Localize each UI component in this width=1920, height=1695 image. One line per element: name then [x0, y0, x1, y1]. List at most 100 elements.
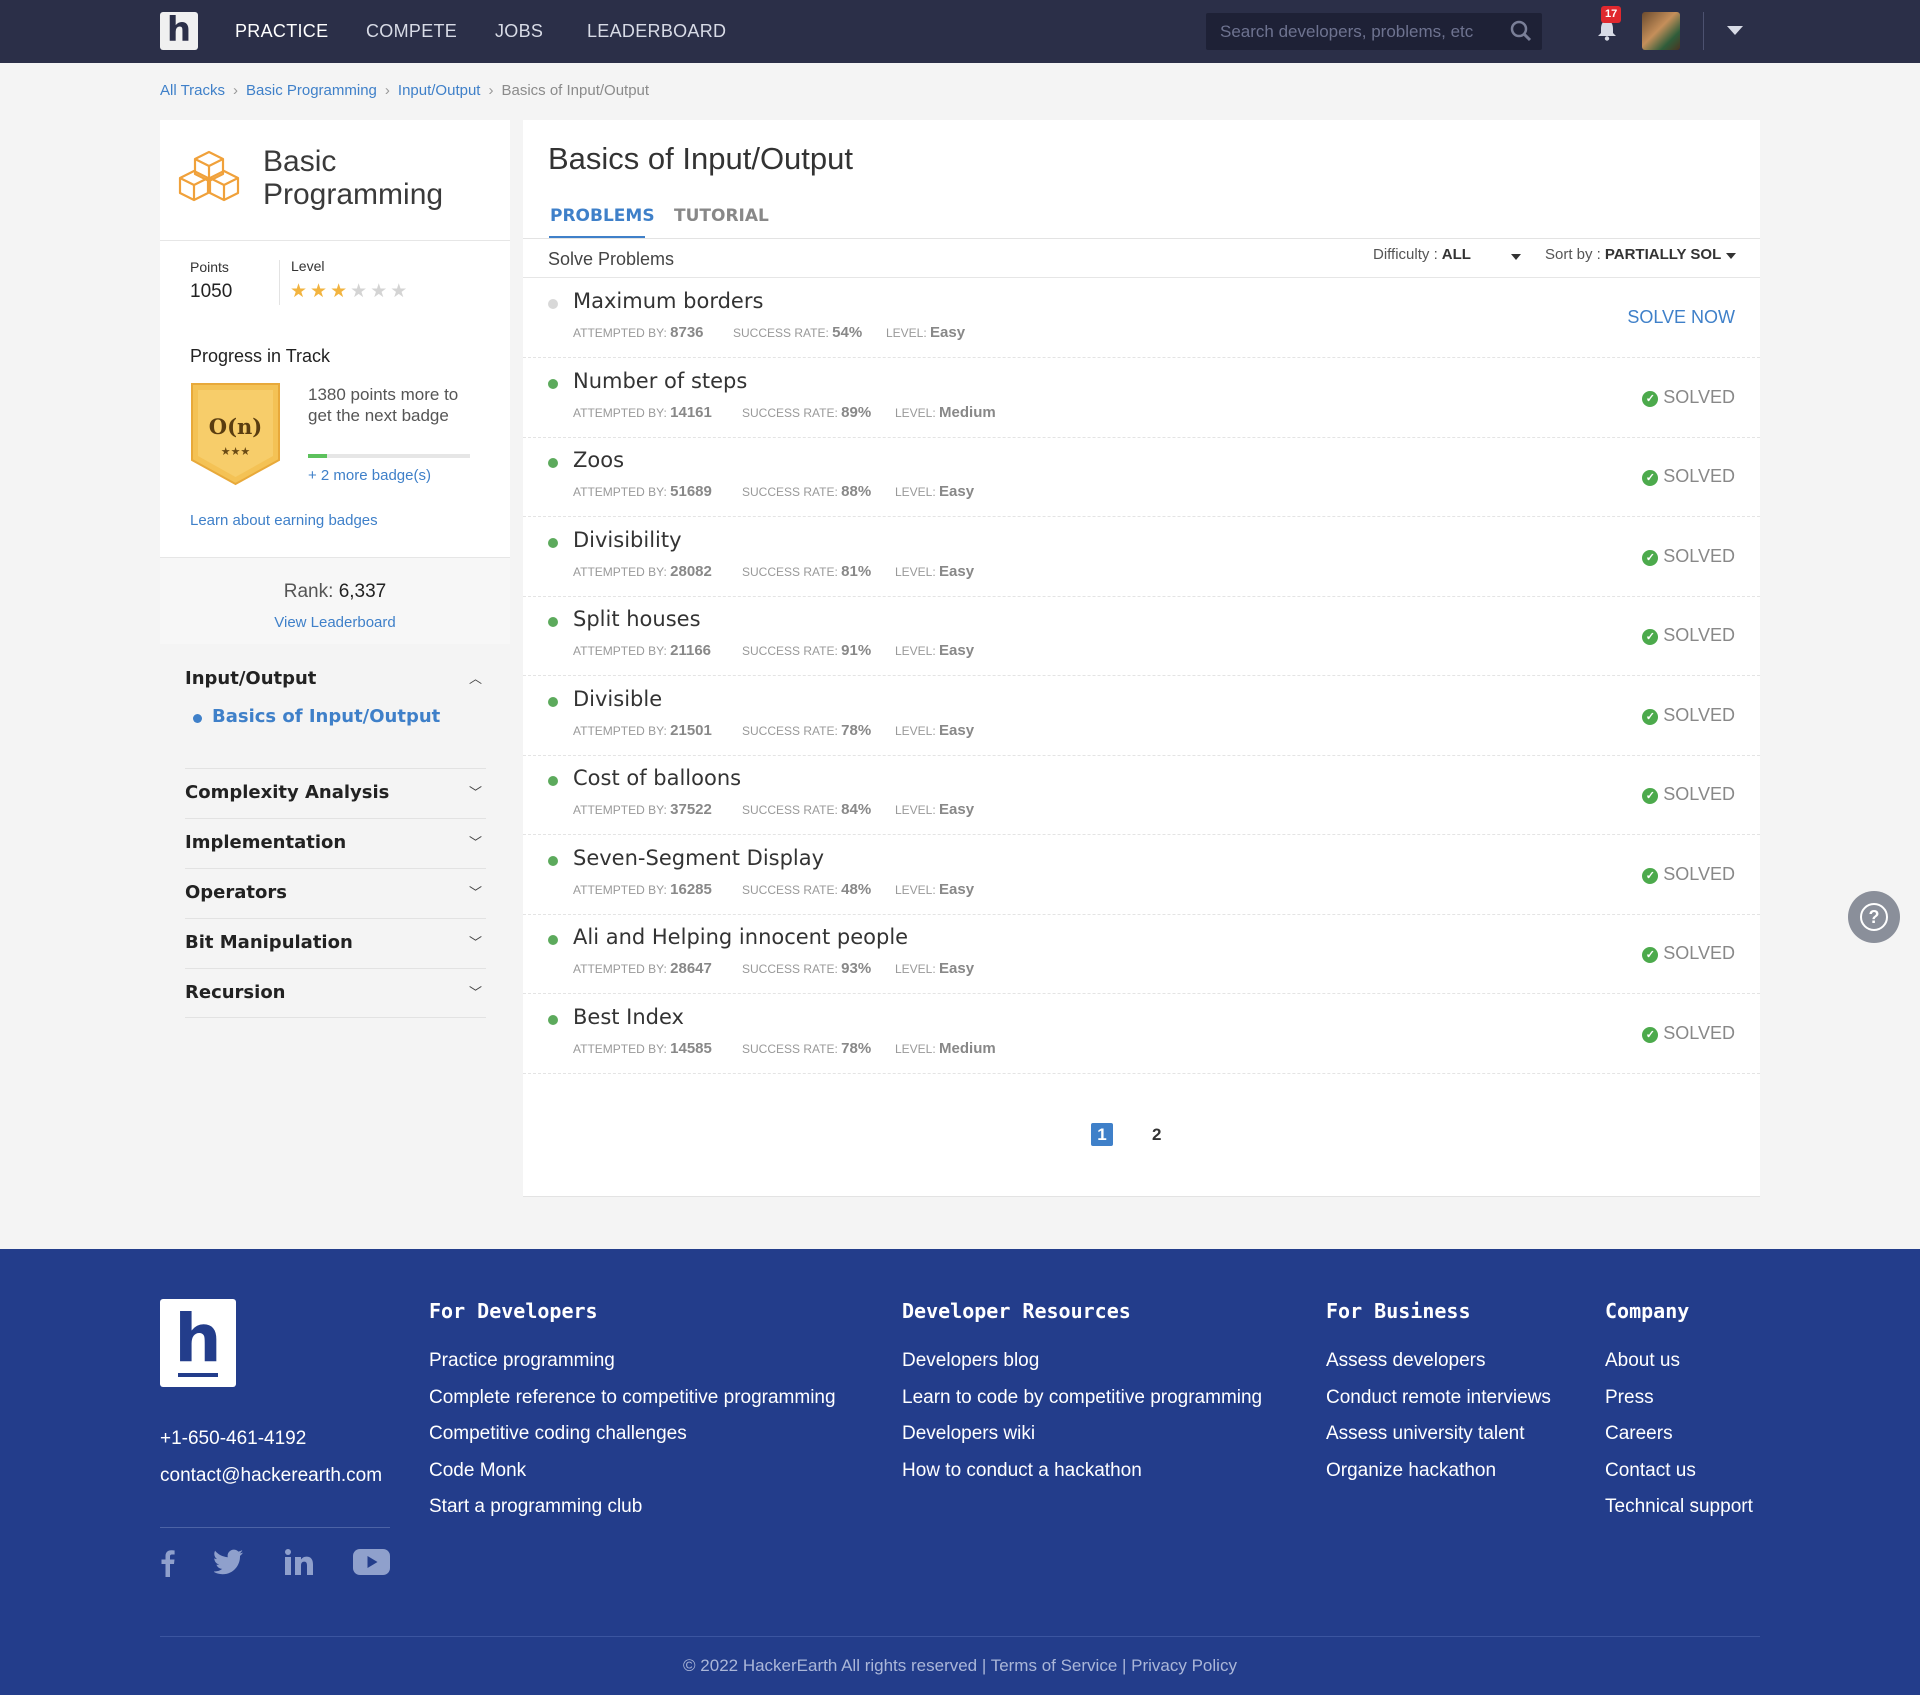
topic-operators[interactable]: Operators ﹀ [185, 882, 486, 906]
problem-row[interactable]: Best Index ATTEMPTED BY: 14585 SUCCESS RAT… [523, 994, 1760, 1074]
nav-compete[interactable]: COMPETE [366, 21, 457, 42]
difficulty-level: LEVEL: Easy [895, 880, 975, 898]
breadcrumb-current: Basics of Input/Output [501, 82, 650, 99]
hackerearth-logo[interactable]: h [160, 12, 198, 50]
problem-row[interactable]: Split houses ATTEMPTED BY: 21166 SUCCESS R… [523, 596, 1760, 676]
problem-name[interactable]: Divisible [573, 687, 662, 711]
divider [523, 238, 1760, 239]
rank-value: 6,337 [338, 581, 387, 602]
breadcrumb-input-output[interactable]: Input/Output [398, 82, 481, 99]
footer-link[interactable]: Learn to code by competitive programming [902, 1387, 1262, 1409]
chevron-down-icon[interactable]: ﹀ [469, 932, 482, 951]
footer-link[interactable]: Assess developers [1326, 1350, 1485, 1372]
help-button[interactable]: ? [1848, 891, 1900, 943]
problem-name[interactable]: Seven-Segment Display [573, 846, 824, 870]
nav-jobs[interactable]: JOBS [495, 21, 543, 42]
view-leaderboard-link[interactable]: View Leaderboard [160, 614, 510, 631]
nav-leaderboard[interactable]: LEADERBOARD [587, 21, 726, 42]
next-badge-text: 1380 points more to get the next badge [308, 385, 459, 425]
footer-link[interactable]: Conduct remote interviews [1326, 1387, 1551, 1409]
chevron-down-icon[interactable] [1726, 253, 1736, 259]
account-menu-chevron-down-icon[interactable] [1727, 26, 1743, 35]
check-circle-icon: ✓ [1642, 1026, 1659, 1043]
track-title: Basic Programming [263, 145, 444, 211]
problem-name[interactable]: Number of steps [573, 369, 747, 393]
footer-link[interactable]: Press [1605, 1387, 1654, 1409]
star-icon: ★ [350, 281, 371, 302]
search-input[interactable] [1206, 13, 1496, 50]
difficulty-filter[interactable]: Difficulty : ALL [1373, 246, 1471, 263]
status-dot [548, 1014, 558, 1025]
problem-name[interactable]: Maximum borders [573, 289, 763, 313]
problem-row[interactable]: Maximum borders ATTEMPTED BY: 8736 SUCCESS… [523, 278, 1760, 358]
chevron-down-icon[interactable]: ﹀ [469, 832, 482, 851]
twitter-icon[interactable] [213, 1549, 244, 1580]
solved-status: ✓ SOLVED [1642, 466, 1735, 487]
footer-link[interactable]: Organize hackathon [1326, 1460, 1496, 1482]
page-1-button[interactable]: 1 [1091, 1123, 1113, 1146]
chevron-down-icon[interactable]: ﹀ [469, 782, 482, 801]
problem-row[interactable]: Cost of balloons ATTEMPTED BY: 37522 SUCCE… [523, 755, 1760, 835]
badge-label: O(n) [209, 414, 262, 439]
search-icon[interactable] [1510, 20, 1532, 47]
page-2-button[interactable]: 2 [1152, 1125, 1161, 1145]
footer-email[interactable]: contact@hackerearth.com [160, 1465, 382, 1487]
bell-icon[interactable] [1597, 19, 1617, 46]
hackerearth-footer-logo[interactable]: h [160, 1299, 236, 1387]
footer-link[interactable]: Contact us [1605, 1460, 1696, 1482]
problem-name[interactable]: Best Index [573, 1005, 684, 1029]
problem-name[interactable]: Ali and Helping innocent people [573, 925, 908, 949]
facebook-icon[interactable] [160, 1549, 176, 1582]
sort-filter[interactable]: Sort by : PARTIALLY SOL [1545, 246, 1721, 263]
topic-implementation[interactable]: Implementation ﹀ [185, 832, 486, 856]
chevron-down-icon[interactable] [1511, 254, 1521, 260]
avatar[interactable] [1642, 12, 1680, 50]
success-rate: SUCCESS RATE: 84% [742, 801, 872, 818]
problem-name[interactable]: Cost of balloons [573, 766, 741, 790]
footer-link[interactable]: Careers [1605, 1423, 1673, 1445]
chevron-down-icon[interactable]: ﹀ [469, 882, 482, 901]
nav-practice[interactable]: PRACTICE [235, 21, 328, 42]
footer-link[interactable]: Start a programming club [429, 1496, 642, 1518]
footer-link[interactable]: Code Monk [429, 1460, 526, 1482]
problem-row[interactable]: Divisible ATTEMPTED BY: 21501 SUCCESS RATE… [523, 676, 1760, 756]
problem-name[interactable]: Zoos [573, 448, 624, 472]
problem-name[interactable]: Divisibility [573, 528, 682, 552]
problem-row[interactable]: Seven-Segment Display ATTEMPTED BY: 16285… [523, 835, 1760, 915]
footer-link[interactable]: Assess university talent [1326, 1423, 1525, 1445]
success-rate: SUCCESS RATE: 93% [742, 960, 872, 977]
footer-link[interactable]: How to conduct a hackathon [902, 1460, 1142, 1482]
attempted-by: ATTEMPTED BY: 14585 [573, 1039, 712, 1057]
chevron-down-icon[interactable]: ﹀ [469, 982, 482, 1001]
problem-name[interactable]: Split houses [573, 607, 701, 631]
problem-row[interactable]: Divisibility ATTEMPTED BY: 28082 SUCCESS R… [523, 517, 1760, 597]
page-title: Basics of Input/Output [548, 141, 854, 176]
footer-link[interactable]: Practice programming [429, 1350, 615, 1372]
topic-complexity-analysis[interactable]: Complexity Analysis ﹀ [185, 782, 486, 806]
solve-now-button[interactable]: SOLVE NOW [1627, 307, 1735, 328]
solved-status: ✓ SOLVED [1642, 864, 1735, 885]
topic-input-output[interactable]: Input/Output ︿ [185, 668, 486, 692]
problem-row[interactable]: Zoos ATTEMPTED BY: 51689 SUCCESS RATE: 88%… [523, 437, 1760, 517]
footer-link[interactable]: About us [1605, 1350, 1680, 1372]
topic-recursion[interactable]: Recursion ﹀ [185, 982, 486, 1006]
more-badges-link[interactable]: + 2 more badge(s) [308, 467, 431, 484]
footer-link[interactable]: Developers wiki [902, 1423, 1035, 1445]
footer-phone[interactable]: +1-650-461-4192 [160, 1428, 306, 1450]
tab-tutorial[interactable]: TUTORIAL [674, 206, 769, 226]
subtopic-basics-of-input-output[interactable]: Basics of Input/Output [185, 706, 486, 730]
linkedin-icon[interactable] [285, 1549, 313, 1580]
footer-link[interactable]: Technical support [1605, 1496, 1753, 1518]
youtube-icon[interactable] [353, 1549, 390, 1580]
footer-link[interactable]: Developers blog [902, 1350, 1039, 1372]
chevron-up-icon[interactable]: ︿ [469, 668, 482, 687]
breadcrumb-basic-programming[interactable]: Basic Programming [246, 82, 377, 99]
footer-link[interactable]: Competitive coding challenges [429, 1423, 687, 1445]
learn-badges-link[interactable]: Learn about earning badges [190, 512, 378, 529]
breadcrumb-all-tracks[interactable]: All Tracks [160, 82, 225, 99]
tab-problems[interactable]: PROBLEMS [550, 206, 655, 226]
topic-bit-manipulation[interactable]: Bit Manipulation ﹀ [185, 932, 486, 956]
problem-row[interactable]: Ali and Helping innocent people ATTEMPTED… [523, 914, 1760, 994]
problem-row[interactable]: Number of steps ATTEMPTED BY: 14161 SUCCES… [523, 358, 1760, 438]
footer-link[interactable]: Complete reference to competitive progra… [429, 1387, 836, 1409]
